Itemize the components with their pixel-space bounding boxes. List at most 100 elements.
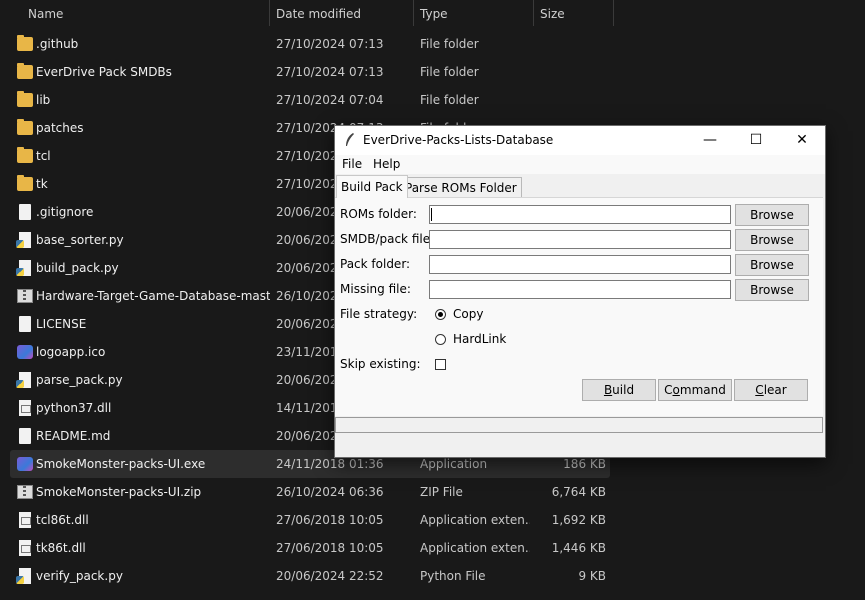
- smdb-browse-button[interactable]: Browse: [735, 229, 809, 251]
- command-label: mmand: [679, 383, 726, 397]
- menu-help[interactable]: Help: [373, 155, 400, 174]
- title-bar[interactable]: EverDrive-Packs-Lists-Database — ☐ ✕: [335, 126, 825, 155]
- file-name: Hardware-Target-Game-Database-maste...: [36, 289, 270, 303]
- build-pack-panel: ROMs folder: Browse SMDB/pack file: Brow…: [335, 197, 823, 416]
- file-icon: [19, 428, 31, 444]
- menu-file[interactable]: File: [342, 155, 362, 174]
- folder-icon: [17, 119, 33, 135]
- file-name: LICENSE: [36, 317, 87, 331]
- roms-folder-label: ROMs folder:: [340, 207, 417, 221]
- column-divider[interactable]: [269, 0, 270, 26]
- python-file-icon: [16, 260, 31, 276]
- file-row[interactable]: tk86t.dll 27/06/2018 10:05 Application ext…: [10, 534, 610, 562]
- column-name[interactable]: Name: [28, 0, 63, 28]
- file-size: 1,692 KB: [551, 513, 606, 527]
- window-title: EverDrive-Packs-Lists-Database: [363, 133, 554, 147]
- tab-parse-roms-folder[interactable]: Parse ROMs Folder: [400, 177, 522, 198]
- skip-existing-checkbox[interactable]: [435, 359, 446, 370]
- tab-bar: Build Pack Parse ROMs Folder: [335, 175, 825, 198]
- app-icon: [17, 457, 33, 471]
- file-row[interactable]: .github 27/10/2024 07:13 File folder: [10, 30, 610, 58]
- hardlink-radio-label[interactable]: HardLink: [453, 329, 506, 349]
- file-type: ZIP File: [420, 485, 463, 499]
- file-row[interactable]: EverDrive Pack SMDBs 27/10/2024 07:13 File…: [10, 58, 610, 86]
- file-size: 9 KB: [578, 569, 606, 583]
- command-button[interactable]: Command: [658, 379, 732, 401]
- build-label: uild: [612, 383, 635, 397]
- file-name: build_pack.py: [36, 261, 119, 275]
- file-name: .github: [36, 37, 79, 51]
- column-date-modified[interactable]: Date modified: [276, 0, 361, 28]
- clear-accelerator: C: [755, 383, 764, 397]
- build-accelerator: B: [603, 383, 613, 397]
- close-button[interactable]: ✕: [779, 126, 825, 155]
- clear-label: lear: [763, 383, 787, 397]
- folder-icon: [17, 63, 33, 79]
- app-icon: [17, 345, 33, 359]
- column-type[interactable]: Type: [420, 0, 448, 28]
- command-accelerator: o: [672, 383, 680, 397]
- file-name: python37.dll: [36, 401, 112, 415]
- dll-icon: [19, 400, 31, 416]
- file-strategy-label: File strategy:: [340, 307, 418, 321]
- tab-build-pack[interactable]: Build Pack: [336, 175, 408, 198]
- folder-icon: [17, 175, 33, 191]
- file-name: verify_pack.py: [36, 569, 123, 583]
- file-row[interactable]: SmokeMonster-packs-UI.zip 26/10/2024 06:3…: [10, 478, 610, 506]
- file-type: Application exten...: [420, 541, 530, 555]
- file-name: tk86t.dll: [36, 541, 86, 555]
- sort-ascending-icon: ^: [140, 0, 148, 7]
- file-date-modified: 27/10/2024 07:13: [276, 37, 384, 51]
- file-name: logoapp.ico: [36, 345, 106, 359]
- file-row[interactable]: lib 27/10/2024 07:04 File folder: [10, 86, 610, 114]
- file-name: SmokeMonster-packs-UI.zip: [36, 485, 202, 499]
- status-bar: [335, 417, 823, 433]
- python-file-icon: [16, 568, 31, 584]
- skip-existing-label: Skip existing:: [340, 357, 421, 371]
- missing-file-input[interactable]: [429, 280, 731, 299]
- clear-button[interactable]: Clear: [734, 379, 808, 401]
- column-header-bar: ^ Name Date modified Type Size: [0, 0, 865, 28]
- pack-folder-input[interactable]: [429, 255, 731, 274]
- dll-icon: [19, 540, 31, 556]
- file-row[interactable]: tcl86t.dll 27/06/2018 10:05 Application ex…: [10, 506, 610, 534]
- build-button[interactable]: Build: [582, 379, 656, 401]
- roms-folder-input[interactable]: [429, 205, 731, 224]
- folder-icon: [17, 91, 33, 107]
- column-size[interactable]: Size: [540, 0, 565, 28]
- python-file-icon: [16, 372, 31, 388]
- file-type: Application exten...: [420, 513, 530, 527]
- folder-icon: [17, 147, 33, 163]
- file-size: 1,446 KB: [551, 541, 606, 555]
- file-type: File folder: [420, 93, 479, 107]
- minimize-button[interactable]: —: [687, 126, 733, 155]
- missing-file-browse-button[interactable]: Browse: [735, 279, 809, 301]
- file-name: README.md: [36, 429, 111, 443]
- window-bottom-area: [335, 433, 825, 457]
- hardlink-radio[interactable]: [435, 334, 446, 345]
- zip-icon: [17, 485, 33, 499]
- pack-folder-browse-button[interactable]: Browse: [735, 254, 809, 276]
- file-icon: [19, 316, 31, 332]
- file-row[interactable]: verify_pack.py 20/06/2024 22:52 Python Fil…: [10, 562, 610, 590]
- file-date-modified: 27/06/2018 10:05: [276, 541, 384, 555]
- maximize-button[interactable]: ☐: [733, 126, 779, 155]
- column-divider[interactable]: [533, 0, 534, 26]
- column-divider[interactable]: [613, 0, 614, 26]
- file-type: File folder: [420, 37, 479, 51]
- file-name: tcl86t.dll: [36, 513, 89, 527]
- smdb-pack-file-input[interactable]: [429, 230, 731, 249]
- file-name: tk: [36, 177, 48, 191]
- file-name: tcl: [36, 149, 51, 163]
- smdb-pack-file-label: SMDB/pack file:: [340, 232, 435, 246]
- copy-radio[interactable]: [435, 309, 446, 320]
- file-icon: [19, 204, 31, 220]
- file-name: SmokeMonster-packs-UI.exe: [36, 457, 206, 471]
- file-name: parse_pack.py: [36, 373, 123, 387]
- text-caret: [431, 208, 432, 221]
- file-date-modified: 27/06/2018 10:05: [276, 513, 384, 527]
- column-divider[interactable]: [413, 0, 414, 26]
- copy-radio-label[interactable]: Copy: [453, 304, 483, 324]
- app-window: EverDrive-Packs-Lists-Database — ☐ ✕ Fil…: [334, 125, 826, 458]
- roms-folder-browse-button[interactable]: Browse: [735, 204, 809, 226]
